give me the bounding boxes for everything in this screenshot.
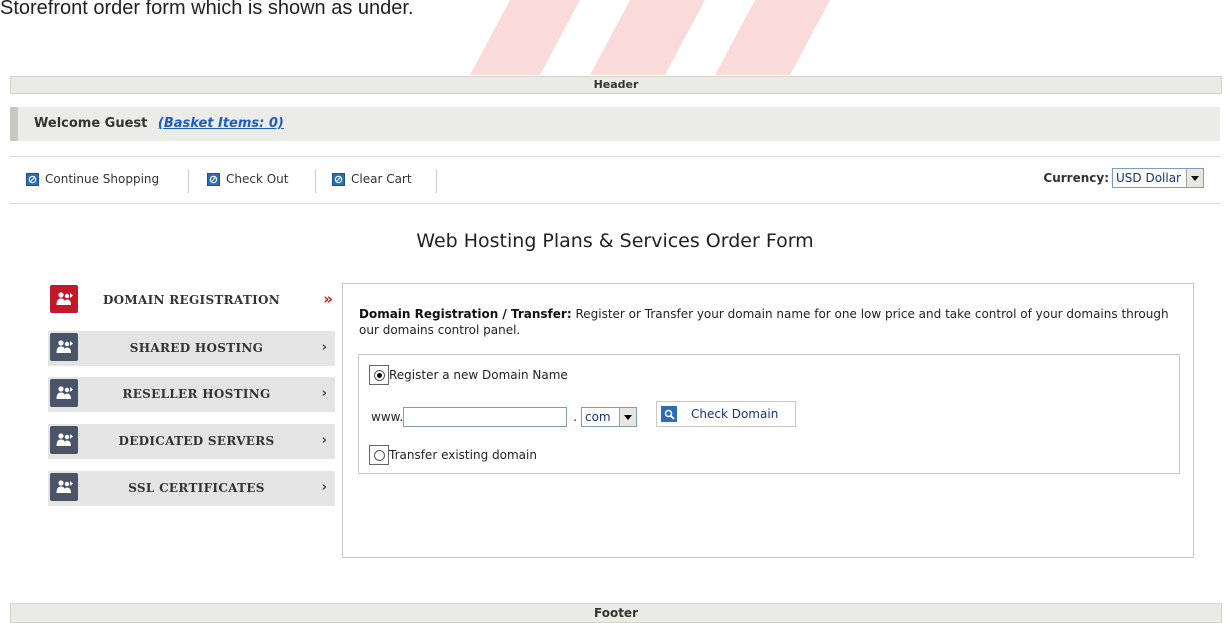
chevron-right-icon: › xyxy=(321,386,327,401)
domain-options-box: Register a new Domain Name www. . com Ch… xyxy=(358,354,1180,474)
tab-label: SHARED HOSTING xyxy=(129,341,264,355)
welcome-text: Welcome Guest xyxy=(34,116,148,131)
tld-select[interactable]: com xyxy=(580,407,637,427)
tab-domain-registration[interactable]: DOMAIN REGISTRATION » xyxy=(48,283,335,318)
register-label: Register a new Domain Name xyxy=(389,368,568,382)
check-out-button[interactable]: Check Out xyxy=(207,172,288,186)
header-bar: Header xyxy=(10,76,1222,94)
check-out-label: Check Out xyxy=(226,172,289,186)
radio-circle-icon xyxy=(373,369,385,381)
tab-reseller-hosting[interactable]: RESELLER HOSTING › xyxy=(48,377,335,412)
transfer-radio[interactable] xyxy=(369,445,389,465)
clear-cart-label: Clear Cart xyxy=(351,172,412,186)
welcome-line: Welcome Guest (Basket Items: 0) xyxy=(34,116,284,131)
tab-label: RESELLER HOSTING xyxy=(122,387,271,401)
domain-name-input[interactable] xyxy=(403,407,568,427)
tab-shared-hosting[interactable]: SHARED HOSTING › xyxy=(48,331,335,366)
toolbar-divider xyxy=(315,169,316,193)
domain-panel: Domain Registration / Transfer: Register… xyxy=(342,283,1194,558)
page-title: Web Hosting Plans & Services Order Form xyxy=(416,230,814,252)
radio-circle-icon xyxy=(373,449,385,461)
tab-label: DEDICATED SERVERS xyxy=(118,434,275,448)
currency-control: Currency: USD Dollar xyxy=(1043,168,1204,188)
continue-shopping-label: Continue Shopping xyxy=(45,172,160,186)
transfer-label: Transfer existing domain xyxy=(389,448,537,462)
panel-description: Domain Registration / Transfer: Register… xyxy=(359,306,1169,338)
toolbar-divider xyxy=(188,169,189,193)
www-prefix: www. xyxy=(371,410,404,424)
brand-watermark xyxy=(470,0,830,75)
cart-action-icon xyxy=(26,172,39,186)
chevron-right-icon: › xyxy=(321,433,327,448)
tab-ssl-certificates[interactable]: SSL CERTIFICATES › xyxy=(48,471,335,506)
radio-dot-icon xyxy=(376,372,382,378)
currency-label: Currency: xyxy=(1043,171,1109,185)
currency-value: USD Dollar xyxy=(1116,171,1181,185)
chevron-down-icon[interactable] xyxy=(1186,169,1203,187)
toolbar-divider xyxy=(436,169,437,193)
currency-select[interactable]: USD Dollar xyxy=(1112,168,1204,188)
chevron-right-icon: » xyxy=(323,290,333,308)
register-option[interactable]: Register a new Domain Name xyxy=(369,365,568,385)
tab-label: DOMAIN REGISTRATION xyxy=(102,293,281,307)
clear-cart-button[interactable]: Clear Cart xyxy=(332,172,412,186)
check-domain-label: Check Domain xyxy=(691,407,779,421)
welcome-bar: Welcome Guest (Basket Items: 0) xyxy=(10,107,1220,141)
chevron-right-icon: › xyxy=(321,340,327,355)
transfer-option[interactable]: Transfer existing domain xyxy=(369,445,537,465)
tab-label: SSL CERTIFICATES xyxy=(128,481,265,495)
toolbar: Continue Shopping Check Out Clear Cart C… xyxy=(10,156,1220,204)
tld-value: com xyxy=(584,410,611,424)
continue-shopping-button[interactable]: Continue Shopping xyxy=(26,172,159,186)
register-radio[interactable] xyxy=(369,365,389,385)
basket-link[interactable]: (Basket Items: 0) xyxy=(158,116,284,131)
panel-description-title: Domain Registration / Transfer: xyxy=(359,307,572,321)
chevron-down-icon[interactable] xyxy=(618,408,636,426)
domain-input-row: www. . com xyxy=(371,407,637,427)
footer-bar: Footer xyxy=(10,603,1222,623)
dot-separator: . xyxy=(573,410,577,424)
check-domain-button[interactable]: Check Domain xyxy=(656,401,796,427)
cart-action-icon xyxy=(332,172,345,186)
chevron-right-icon: › xyxy=(321,480,327,495)
tab-dedicated-servers[interactable]: DEDICATED SERVERS › xyxy=(48,424,335,459)
cart-action-icon xyxy=(207,172,220,186)
intro-text: Storefront order form which is shown as … xyxy=(0,0,414,19)
search-icon xyxy=(661,406,677,422)
